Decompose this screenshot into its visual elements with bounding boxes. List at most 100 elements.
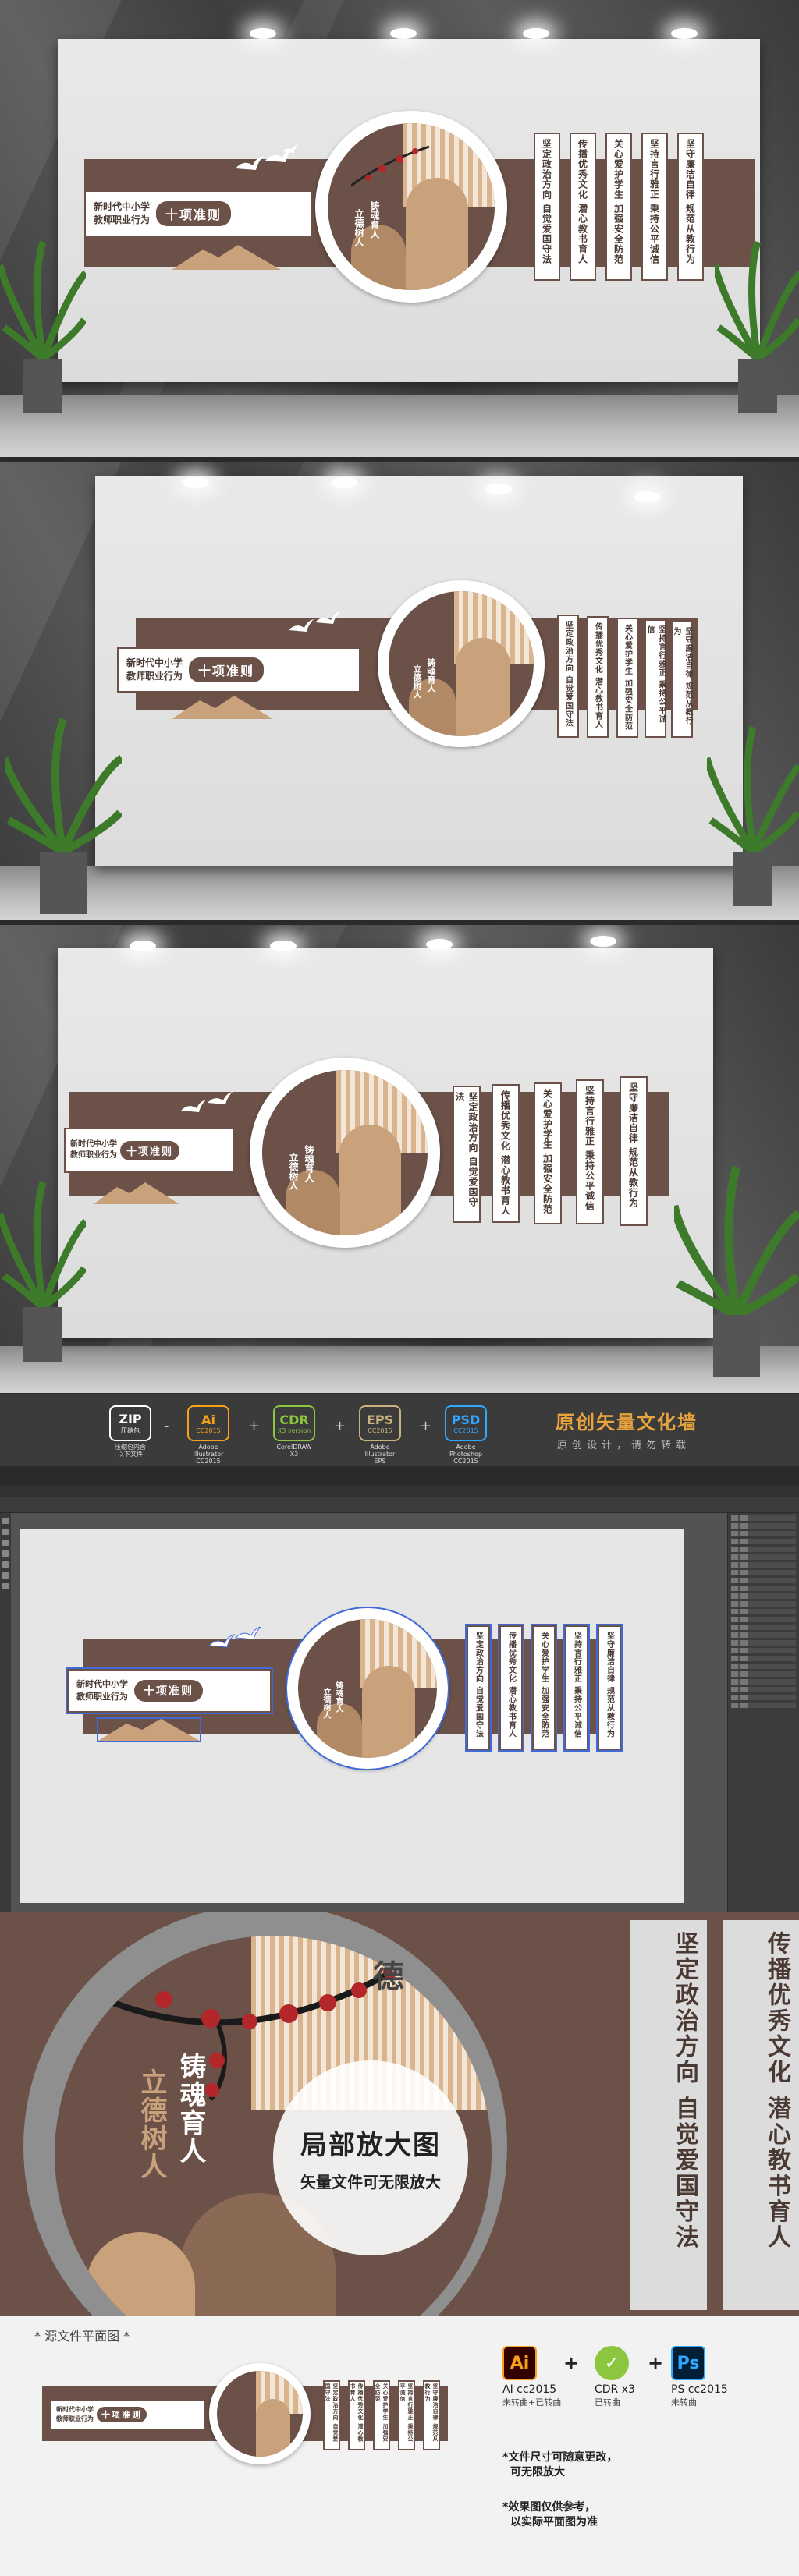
teacher-silhouette <box>86 2232 195 2316</box>
seal-mark: 德 <box>373 1958 404 1995</box>
swallow-icon <box>289 611 340 632</box>
potted-plant-icon <box>674 1165 799 1377</box>
layer-row[interactable] <box>731 1617 796 1622</box>
layer-row[interactable] <box>731 1671 796 1677</box>
motto-1: 铸魂育人 <box>334 1681 343 1713</box>
options-bar[interactable] <box>0 1497 799 1513</box>
ps-note: 未转曲 <box>671 2397 697 2408</box>
layer-row[interactable] <box>731 1539 796 1544</box>
principle-card: 坚守廉洁自律 规范从教行为 <box>677 133 704 281</box>
eps-icon: EPS CC2015 <box>359 1405 401 1441</box>
layer-row[interactable] <box>731 1570 796 1575</box>
potted-plant-icon <box>5 718 122 914</box>
subtitle: 新时代中小学 教师职业行为 <box>94 200 150 228</box>
motto-2: 立德树人 <box>136 2068 167 2181</box>
principle-card: 坚定政治方向 自觉爱国守法 <box>534 133 560 281</box>
layer-row[interactable] <box>731 1656 796 1661</box>
layer-row[interactable] <box>731 1578 796 1583</box>
motto-1: 铸魂育人 <box>304 1145 314 1182</box>
principle-card[interactable]: 传播优秀文化 潜心教书育人 <box>498 1624 524 1752</box>
subtitle-line-2: 教师职业行为 <box>126 671 183 682</box>
shape-tool-icon[interactable] <box>2 1561 9 1568</box>
eps-icon-label: EPS <box>366 1412 394 1427</box>
teacher-silhouette <box>362 1666 415 1758</box>
cdr-icon: ✓ <box>595 2346 629 2380</box>
zip-icon: ZIP 压缩包 <box>109 1405 151 1441</box>
principle-card[interactable]: 坚守廉洁自律 规范从教行为 <box>596 1624 623 1752</box>
spotlight <box>671 28 698 39</box>
layer-row[interactable] <box>731 1609 796 1614</box>
emblem-artwork[interactable]: 铸魂育人 立德树人 <box>298 1619 437 1758</box>
principle-card[interactable]: 关心爱护学生 加强安全防范 <box>531 1624 557 1752</box>
pen-tool-icon[interactable] <box>2 1540 9 1546</box>
principle-card: 关心爱护学生 加强安全防范 <box>373 2380 390 2450</box>
subtitle-line-1: 新时代中小学 <box>126 657 183 668</box>
zip-format: ZIP 压缩包 压缩包内含 以下文件 <box>106 1405 154 1458</box>
principle-card: 坚定政治方向 自觉爱国守法 <box>557 615 579 738</box>
layer-row[interactable] <box>731 1523 796 1529</box>
psd-format: PSD CC2015 Adobe Photoshop CC2015 <box>442 1405 490 1465</box>
layer-row[interactable] <box>731 1640 796 1646</box>
layer-row[interactable] <box>731 1515 796 1521</box>
principle-card: 坚定政治方向 自觉爱国守法 <box>323 2380 340 2450</box>
principle-card: 坚守廉洁自律 规范从教行为 <box>423 2380 440 2450</box>
layer-row[interactable] <box>731 1687 796 1692</box>
artboard[interactable]: 新时代中小学 教师职业行为 十项准则 铸魂育人 立德树人 坚定政治方向 自觉爱国… <box>20 1529 684 1903</box>
layer-row[interactable] <box>731 1648 796 1653</box>
principle-card-large: 坚定政治方向 自觉爱国守法 <box>630 1920 707 2310</box>
menu-bar[interactable] <box>0 1485 799 1497</box>
principle-card: 坚持言行雅正 秉持公平诚信 <box>398 2380 415 2450</box>
layer-row[interactable] <box>731 1695 796 1700</box>
illustrator-editor: 新时代中小学 教师职业行为 十项准则 铸魂育人 立德树人 坚定政治方向 自觉爱国… <box>0 1485 799 1912</box>
subtitle-line-1: 新时代中小学 <box>94 200 151 212</box>
subtitle-line-2: 教师职业行为 <box>70 1151 117 1160</box>
selection-tool-icon[interactable] <box>2 1518 9 1524</box>
principle-card[interactable]: 坚持言行雅正 秉持公平诚信 <box>563 1624 590 1752</box>
spotlight <box>183 477 209 488</box>
principle-card: 传播优秀文化 潜心教书育人 <box>570 133 596 281</box>
eps-icon-sub: CC2015 <box>368 1427 392 1434</box>
layers-panel[interactable] <box>727 1513 799 1912</box>
layer-row[interactable] <box>731 1625 796 1630</box>
ai-note: 未转曲+已转曲 <box>502 2397 562 2408</box>
subtitle: 新时代中小学 教师职业行为 <box>70 1139 117 1162</box>
swallow-icon[interactable] <box>208 1627 270 1653</box>
spotlight <box>250 28 276 39</box>
reference-note: *效果图仅供参考， 以实际平面图为准 <box>502 2500 598 2530</box>
cdr-icon-sub: X3 version <box>277 1427 311 1434</box>
zip-icon-label: ZIP <box>119 1412 142 1426</box>
layer-row[interactable] <box>731 1664 796 1669</box>
layer-row[interactable] <box>731 1586 796 1591</box>
layer-row[interactable] <box>731 1531 796 1536</box>
psd-icon-label: PSD <box>451 1412 481 1427</box>
type-tool-icon[interactable] <box>2 1550 9 1557</box>
layer-row[interactable] <box>731 1679 796 1685</box>
layer-row[interactable] <box>731 1554 796 1560</box>
principle-card: 坚持言行雅正 秉持公平诚信 <box>645 619 666 738</box>
layer-row[interactable] <box>731 1593 796 1599</box>
mockup-scene-2: 新时代中小学 教师职业行为 十项准则 铸魂育人 立德树人 坚定政治方向 自觉爱国… <box>0 462 799 920</box>
layer-row[interactable] <box>731 1632 796 1638</box>
tool-panel[interactable] <box>0 1513 11 1912</box>
teacher-silhouette <box>339 1125 401 1235</box>
detail-zoom-section: 铸魂育人 立德树人 德 局部放大图 矢量文件可无限放大 坚定政治方向 自觉爱国守… <box>0 1912 799 2316</box>
brush-tool-icon[interactable] <box>2 1572 9 1579</box>
layer-row[interactable] <box>731 1562 796 1568</box>
ai-name: AI cc2015 <box>502 2383 557 2396</box>
direct-select-tool-icon[interactable] <box>2 1529 9 1535</box>
principle-card: 坚守廉洁自律 规范从教行为 <box>671 621 693 738</box>
ps-icon: Ps <box>671 2346 705 2380</box>
layer-row[interactable] <box>731 1703 796 1708</box>
zoom-tool-icon[interactable] <box>2 1583 9 1589</box>
spotlight <box>390 28 417 39</box>
spotlight <box>426 939 453 950</box>
principle-card[interactable]: 坚定政治方向 自觉爱国守法 <box>465 1624 492 1752</box>
ps-name: PS cc2015 <box>671 2383 728 2396</box>
title-box[interactable]: 新时代中小学 教师职业行为 十项准则 <box>66 1667 273 1714</box>
layer-row[interactable] <box>731 1601 796 1607</box>
brand-title: 原创矢量文化墙 <box>556 1412 698 1433</box>
layer-row[interactable] <box>731 1547 796 1552</box>
emblem-artwork: 铸魂育人 立德树人 <box>262 1070 428 1235</box>
mountain-icon[interactable] <box>97 1717 201 1742</box>
principle-card: 关心爱护学生 加强安全防范 <box>605 133 632 281</box>
